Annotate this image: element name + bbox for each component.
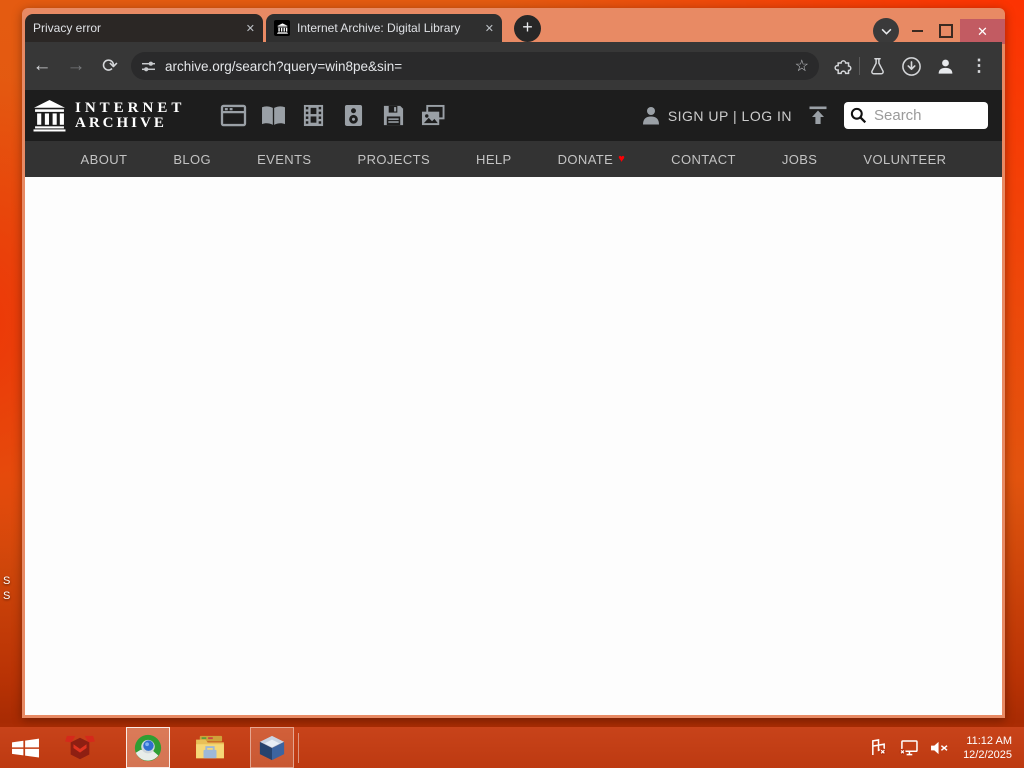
volume-muted-icon[interactable] — [930, 740, 949, 756]
nav-donate[interactable]: DONATE ♥ — [558, 152, 626, 167]
ia-search-box[interactable] — [844, 102, 988, 129]
ia-header-right: SIGN UP | LOG IN — [642, 102, 988, 129]
site-settings-icon[interactable] — [141, 60, 156, 73]
experiments-flask-icon[interactable] — [860, 57, 894, 76]
downloads-icon[interactable] — [894, 56, 928, 77]
url-text[interactable]: archive.org/search?query=win8pe&sin= — [165, 59, 795, 74]
browser-toolbar: ← → ⟳ archive.org/search?query=win8pe&si… — [25, 42, 1002, 90]
browser-menu-icon[interactable]: ⋮ — [962, 56, 996, 76]
tab-search-button[interactable] — [873, 18, 899, 44]
desktop: S S Privacy error ✕ Internet Archive: Di… — [0, 0, 1024, 768]
minimize-button[interactable] — [912, 30, 923, 32]
nav-projects[interactable]: PROJECTS — [358, 152, 431, 167]
nav-events[interactable]: EVENTS — [257, 152, 311, 167]
red-box-app-icon[interactable] — [50, 727, 110, 768]
tab-privacy-error[interactable]: Privacy error ✕ — [25, 14, 263, 42]
video-icon[interactable] — [293, 104, 333, 127]
upload-icon[interactable] — [808, 106, 828, 125]
internet-archive-favicon — [274, 20, 290, 36]
back-icon[interactable]: ← — [25, 55, 59, 77]
browser-window: Privacy error ✕ Internet Archive: Digita… — [22, 8, 1005, 718]
chevron-down-icon — [881, 28, 891, 35]
start-button[interactable] — [0, 727, 50, 768]
clock-date: 12/2/2025 — [963, 748, 1012, 761]
profile-icon[interactable] — [928, 57, 962, 76]
bookmark-star-icon[interactable]: ☆ — [795, 56, 809, 76]
page-content — [25, 177, 1002, 715]
signup-login-link[interactable]: SIGN UP | LOG IN — [668, 108, 792, 124]
toolbar-actions: ⋮ — [825, 56, 996, 77]
forward-icon[interactable]: → — [59, 55, 93, 77]
new-tab-button[interactable]: + — [514, 15, 541, 42]
clock-time: 11:12 AM — [966, 734, 1012, 747]
internet-archive-logo[interactable]: INTERNET ARCHIVE — [33, 99, 185, 132]
texts-icon[interactable] — [253, 105, 293, 127]
software-icon[interactable] — [373, 104, 413, 127]
maximize-button[interactable] — [939, 24, 953, 38]
taskbar-clock[interactable]: 11:12 AM 12/2/2025 — [963, 734, 1012, 762]
nav-volunteer[interactable]: VOLUNTEER — [863, 152, 946, 167]
window-titlebar[interactable]: Privacy error ✕ Internet Archive: Digita… — [22, 8, 1005, 44]
file-explorer-icon[interactable] — [188, 727, 232, 768]
web-icon[interactable] — [213, 104, 253, 127]
search-icon — [850, 107, 867, 124]
taskbar-separator — [298, 732, 299, 763]
network-status-icon[interactable] — [899, 739, 918, 756]
images-icon[interactable] — [413, 104, 453, 127]
extensions-icon[interactable] — [825, 57, 859, 76]
ia-nav-bar: ABOUT BLOG EVENTS PROJECTS HELP DONATE ♥ … — [25, 141, 1002, 177]
internet-archive-logo-icon — [33, 100, 66, 132]
nav-blog[interactable]: BLOG — [173, 152, 211, 167]
tab-close-icon[interactable]: ✕ — [246, 22, 255, 35]
windows-logo-icon — [11, 738, 39, 758]
reload-icon[interactable]: ⟳ — [93, 55, 127, 78]
user-icon — [642, 107, 659, 125]
heart-icon: ♥ — [618, 153, 626, 165]
action-center-flag-icon[interactable] — [870, 739, 887, 756]
internet-archive-header: INTERNET ARCHIVE SIGN UP | LOG IN Search — [25, 90, 1002, 141]
tab-title: Internet Archive: Digital Library — [297, 21, 461, 35]
audio-icon[interactable] — [333, 104, 373, 127]
virtualbox-icon[interactable] — [250, 727, 294, 768]
nav-jobs[interactable]: JOBS — [782, 152, 818, 167]
media-type-icons — [213, 104, 453, 127]
desktop-icon-label-fragment: S — [3, 575, 11, 587]
system-tray: 11:12 AM 12/2/2025 — [864, 734, 1016, 762]
address-bar[interactable]: archive.org/search?query=win8pe&sin= ☆ — [131, 52, 819, 80]
ia-search-input[interactable] — [872, 106, 972, 125]
tab-close-icon[interactable]: ✕ — [485, 22, 494, 35]
close-window-button[interactable]: ✕ — [960, 19, 1005, 44]
nav-contact[interactable]: CONTACT — [671, 152, 736, 167]
chrome-browser-taskbar-icon[interactable] — [126, 727, 170, 768]
nav-help[interactable]: HELP — [476, 152, 512, 167]
taskbar: 11:12 AM 12/2/2025 — [0, 727, 1024, 768]
internet-archive-wordmark: INTERNET ARCHIVE — [75, 99, 186, 131]
nav-about[interactable]: ABOUT — [81, 152, 128, 167]
tab-title: Privacy error — [33, 21, 102, 35]
tab-internet-archive[interactable]: Internet Archive: Digital Library ✕ — [266, 14, 502, 42]
desktop-icon-label-fragment: S — [3, 590, 11, 602]
